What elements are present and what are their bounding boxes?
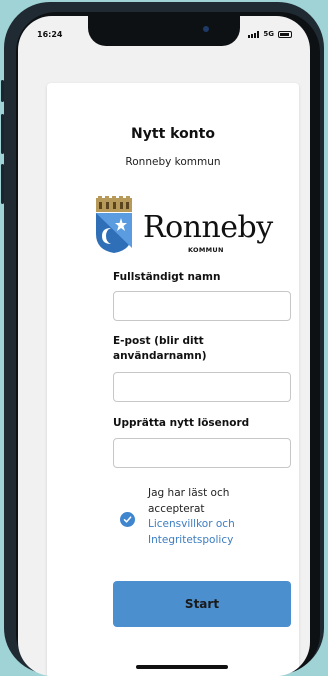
page-title: Nytt konto xyxy=(131,126,215,142)
notch xyxy=(88,16,240,46)
email-input[interactable] xyxy=(113,372,291,402)
phone-screen: 16:24 5G Nytt konto Ronneby kommun Ronne… xyxy=(18,16,310,676)
terms-statement: Jag har läst och accepterat xyxy=(148,487,230,515)
organization-name: Ronneby kommun xyxy=(125,156,221,168)
ronneby-logo: Ronneby KOMMUN xyxy=(93,196,273,254)
terms-text: Jag har läst och accepterat Licensvillko… xyxy=(148,486,268,548)
full-name-input[interactable] xyxy=(113,291,291,321)
logo-wordmark: Ronneby xyxy=(143,210,273,245)
volume-up-button xyxy=(1,114,4,154)
home-indicator xyxy=(136,665,228,669)
status-time: 16:24 xyxy=(37,30,63,39)
network-type: 5G xyxy=(263,30,274,38)
checkmark-icon xyxy=(123,516,132,523)
signal-icon xyxy=(248,30,260,38)
coat-of-arms-icon xyxy=(96,196,132,253)
volume-down-button xyxy=(1,164,4,204)
battery-icon xyxy=(278,30,292,38)
email-label: E-post (blir ditt användarnamn) xyxy=(113,335,207,362)
status-indicators: 5G xyxy=(248,30,292,38)
signup-card: Nytt konto Ronneby kommun Ronneby KOMMUN… xyxy=(47,83,299,676)
password-input[interactable] xyxy=(113,438,291,468)
terms-checkbox[interactable] xyxy=(120,512,135,527)
full-name-label: Fullständigt namn xyxy=(113,271,221,283)
start-button[interactable]: Start xyxy=(113,581,291,627)
terms-link[interactable]: Licensvillkor och Integritetspolicy xyxy=(148,517,268,548)
password-label: Upprätta nytt lösenord xyxy=(113,417,250,429)
camera-icon xyxy=(203,26,209,32)
mute-switch xyxy=(1,80,4,102)
logo-subtitle: KOMMUN xyxy=(188,246,224,254)
